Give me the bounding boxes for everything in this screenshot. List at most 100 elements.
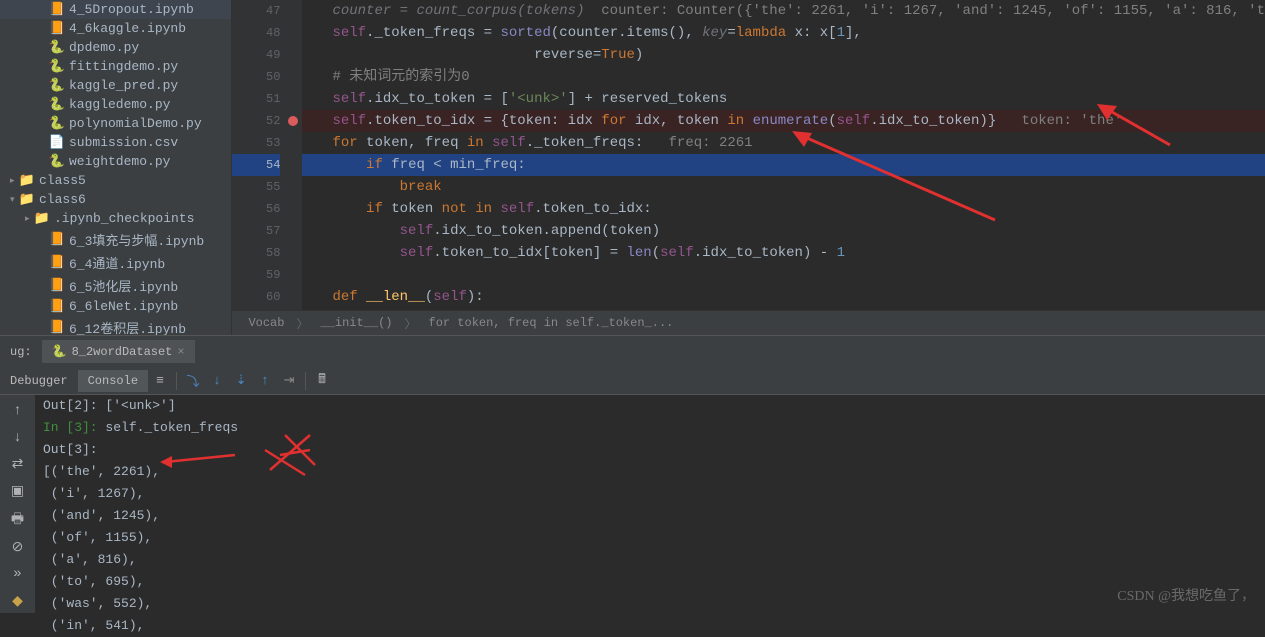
file-label: 6_12卷积层.ipynb [69,318,186,335]
console-line: Out[2]: ['<unk>'] [43,395,1257,417]
file-node[interactable]: 📙 4_5Dropout.ipynb [0,0,231,19]
line-number[interactable]: 51 [232,88,280,110]
file-label: kaggledemo.py [69,97,170,112]
file-node[interactable]: 📙 6_4通道.ipynb [0,251,231,274]
debug-session-tab[interactable]: 🐍 8_2wordDataset × [42,340,195,363]
ipynb-icon: 📙 [50,22,64,36]
console-line: Out[3]: [43,439,1257,461]
debug-toolbar[interactable]: Debugger Console ≡ ⤵ ↓ ⇣ ↑ ⇥ 🖩 [0,367,1265,395]
file-node[interactable]: 🐍kaggle_pred.py [0,76,231,95]
view-bp-icon[interactable]: 🖶 [6,508,30,532]
breakpoint-icon[interactable] [288,116,298,126]
breadcrumb-item[interactable]: for token, freq in self._token_... [423,316,680,330]
ipynb-icon: 📙 [50,300,64,314]
file-node[interactable]: 🐍 weightdemo.py [0,152,231,171]
file-label: 4_5Dropout.ipynb [69,2,194,17]
console-tab[interactable]: Console [78,370,148,392]
folder-node[interactable]: ▾📁class6 [0,190,231,209]
pause-icon[interactable]: ⇄ [6,453,30,476]
line-number[interactable]: 53 [232,132,280,154]
line-gutter[interactable]: 4748495051525354555657585960 [232,0,302,310]
file-label: 4_6kaggle.ipynb [69,21,186,36]
file-node[interactable]: 🐍polynomialDemo.py [0,114,231,133]
file-node[interactable]: 📄submission.csv [0,133,231,152]
file-node[interactable]: 📙 6_12卷积层.ipynb [0,316,231,335]
inline-value: freq: 2261 [669,135,753,151]
ipynb-icon: 📙 [50,321,64,335]
inline-value: token: 'the' [1021,113,1122,129]
stop-icon[interactable]: ▣ [6,480,30,503]
step-into-icon[interactable]: ↓ [205,369,229,393]
line-number[interactable]: 59 [232,264,280,286]
file-label: .ipynb_checkpoints [54,211,194,226]
code-content[interactable]: counter = count_corpus(tokens) counter: … [302,0,1265,310]
debug-console[interactable]: Out[2]: ['<unk>']In [3]: self._token_fre… [35,395,1265,613]
line-number[interactable]: 48 [232,22,280,44]
step-into-my-icon[interactable]: ⇣ [229,369,253,393]
file-label: 6_4通道.ipynb [69,253,165,272]
rerun-icon[interactable]: ↑ [6,399,30,422]
file-label: weightdemo.py [69,154,170,169]
close-icon[interactable]: × [177,345,184,359]
file-node[interactable]: 📙 4_6kaggle.ipynb [0,19,231,38]
line-number[interactable]: 58 [232,242,280,264]
file-node[interactable]: 📙6_3填充与步幅.ipynb [0,228,231,251]
resume-icon[interactable]: ↓ [6,426,30,449]
file-label: class6 [39,192,86,207]
console-line: ('in', 541), [43,615,1257,637]
python-icon: 🐍 [52,344,67,359]
mute-bp-icon[interactable]: ⊘ [6,536,30,559]
ipynb-icon: 📙 [50,3,64,17]
settings-icon[interactable]: ◆ [6,590,30,613]
line-number[interactable]: 60 [232,286,280,308]
file-node[interactable]: 📙 6_6leNet.ipynb [0,297,231,316]
comment: # 未知词元的索引为0 [332,69,469,85]
breadcrumb[interactable]: Vocab〉 __init__()〉 for token, freq in se… [232,310,1265,335]
console-line: ('a', 816), [43,549,1257,571]
code-editor[interactable]: 4748495051525354555657585960 counter = c… [232,0,1265,335]
debug-side-toolbar[interactable]: ↑ ↓ ⇄ ▣ 🖶 ⊘ » ◆ [0,395,35,613]
console-line: ('to', 695), [43,571,1257,593]
py-icon: 🐍 [50,98,64,112]
file-label: dpdemo.py [69,40,139,55]
file-label: 6_6leNet.ipynb [69,299,178,314]
py-icon: 🐍 [50,117,64,131]
step-over-icon[interactable]: ⤵ [181,369,205,393]
file-label: 6_5池化层.ipynb [69,276,178,295]
file-node[interactable]: 🐍fittingdemo.py [0,57,231,76]
threads-icon[interactable]: ≡ [148,369,172,393]
line-number[interactable]: 52 [232,110,280,132]
run-cursor-icon[interactable]: ⇥ [277,369,301,393]
file-label: fittingdemo.py [69,59,178,74]
ipynb-icon: 📙 [50,256,64,270]
file-node[interactable]: 📙 6_5池化层.ipynb [0,274,231,297]
folder-node[interactable]: ▸📁class5 [0,171,231,190]
file-label: kaggle_pred.py [69,78,178,93]
step-out-icon[interactable]: ↑ [253,369,277,393]
line-number[interactable]: 47 [232,0,280,22]
line-number[interactable]: 50 [232,66,280,88]
console-line: ('and', 1245), [43,505,1257,527]
line-number[interactable]: 54 [232,154,280,176]
watermark: CSDN @我想吃鱼了， [1117,585,1255,605]
console-line: In [3]: self._token_freqs [43,417,1257,439]
file-node[interactable]: 🐍 dpdemo.py [0,38,231,57]
file-label: 6_3填充与步幅.ipynb [69,230,204,249]
debug-tab-bar[interactable]: ug: 🐍 8_2wordDataset × [0,335,1265,367]
console-line: ('was', 552), [43,593,1257,615]
debugger-tab[interactable]: Debugger [0,370,78,392]
py-icon: 🐍 [50,41,64,55]
line-number[interactable]: 56 [232,198,280,220]
line-number[interactable]: 57 [232,220,280,242]
project-tree[interactable]: 📙 4_5Dropout.ipynb 📙 4_6kaggle.ipynb 🐍 dpdemo… [0,0,232,335]
breadcrumb-item[interactable]: __init__() [314,316,398,330]
file-node[interactable]: 🐍 kaggledemo.py [0,95,231,114]
line-number[interactable]: 49 [232,44,280,66]
breadcrumb-item[interactable]: Vocab [242,316,290,330]
py-icon: 🐍 [50,155,64,169]
folder-node[interactable]: ▸📁.ipynb_checkpoints [0,209,231,228]
line-number[interactable]: 55 [232,176,280,198]
evaluate-icon[interactable]: 🖩 [310,369,334,393]
more-icon[interactable]: » [6,563,30,586]
ipynb-icon: 📙 [50,279,64,293]
